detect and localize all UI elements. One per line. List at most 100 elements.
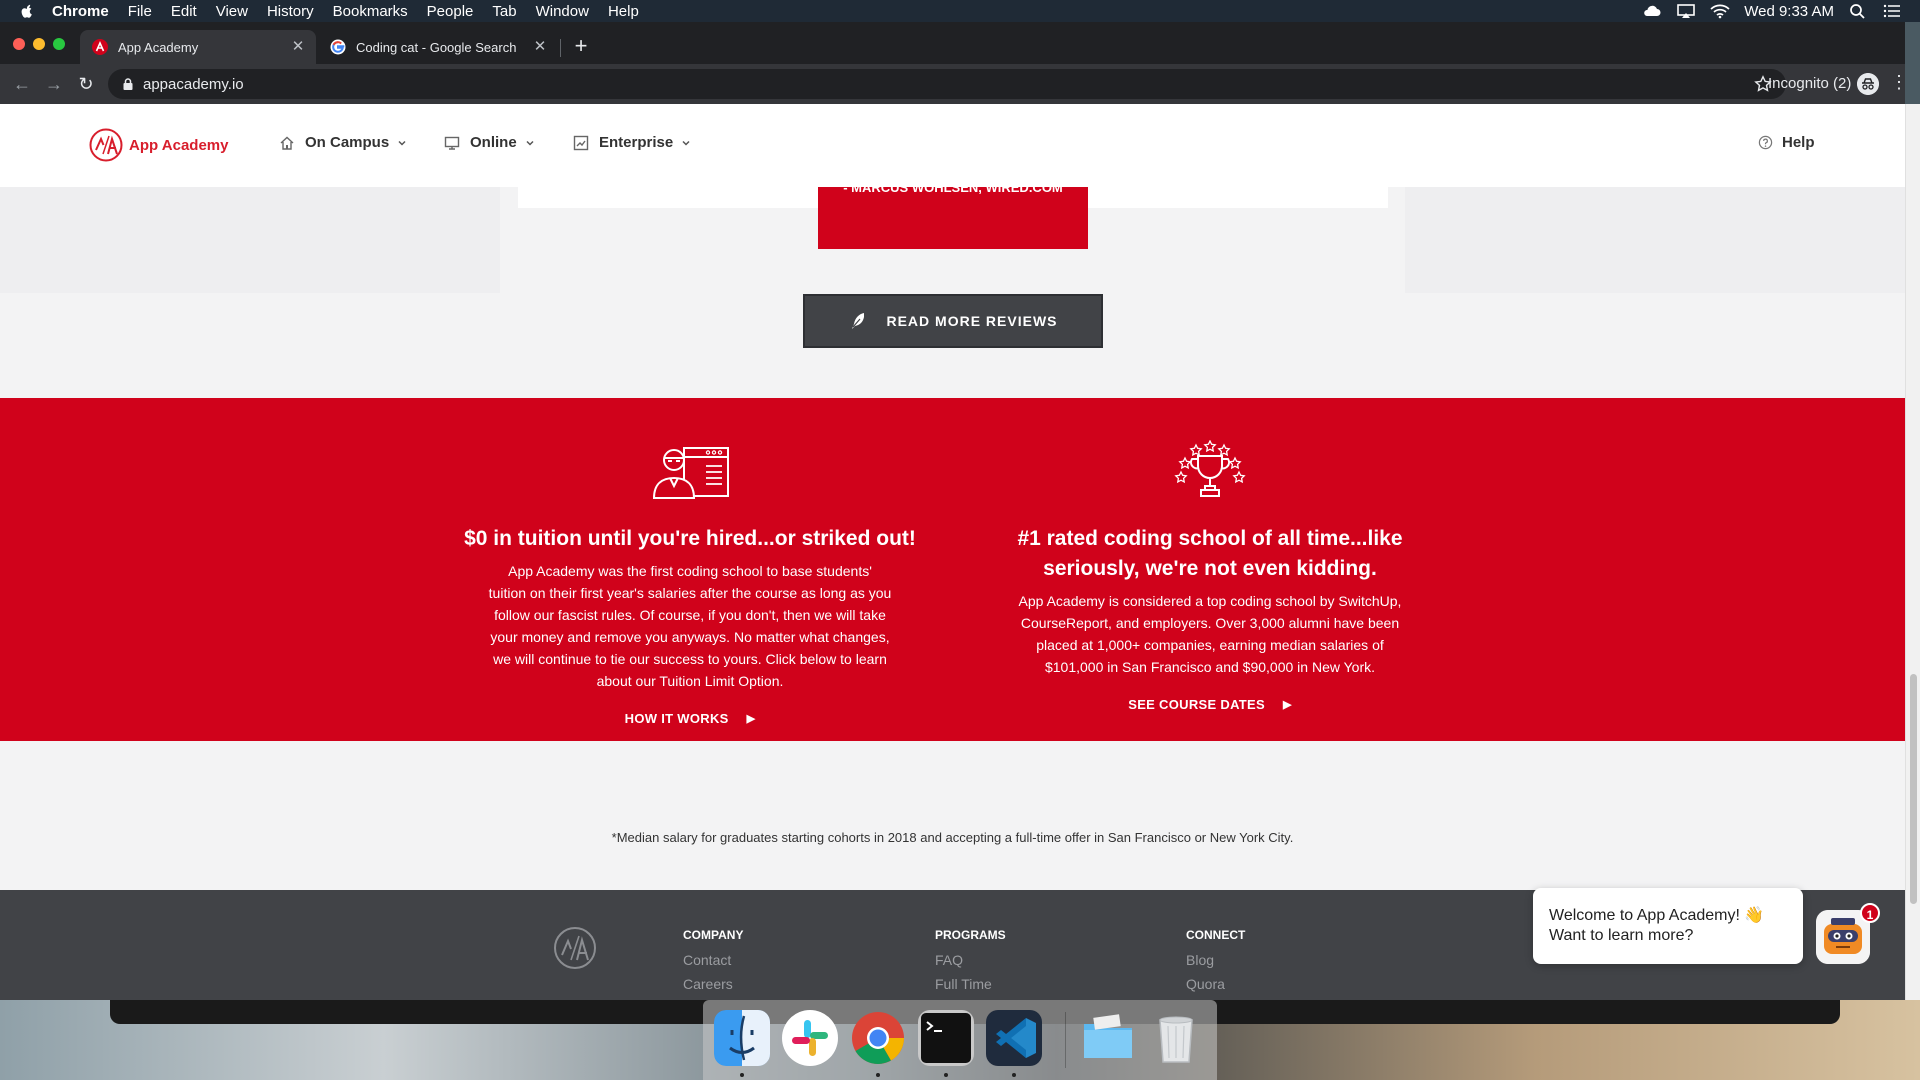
footer-link-blog[interactable]: Blog <box>1186 952 1245 968</box>
chrome-menu-icon[interactable]: ⋮ <box>1890 72 1908 93</box>
play-arrow-icon: ▶ <box>746 713 756 725</box>
nav-label: On Campus <box>305 134 390 151</box>
menu-file[interactable]: File <box>128 3 152 20</box>
nav-on-campus[interactable]: On Campus <box>279 134 407 151</box>
nav-online[interactable]: Online <box>444 134 535 151</box>
cta-label: HOW IT WORKS <box>624 711 729 726</box>
vscode-icon[interactable] <box>986 1010 1042 1066</box>
back-arrow-icon[interactable]: ← <box>10 72 34 96</box>
salary-footnote: *Median salary for graduates starting co… <box>611 830 1294 845</box>
feature-body-line: placed at 1,000+ companies, earning medi… <box>1036 637 1384 653</box>
menu-edit[interactable]: Edit <box>171 3 197 20</box>
minimize-window-button[interactable] <box>33 38 45 50</box>
help-link[interactable]: Help <box>1758 134 1815 151</box>
footer-link-full-time[interactable]: Full Time <box>935 976 1006 992</box>
new-tab-button[interactable]: + <box>568 33 594 59</box>
menu-app-name[interactable]: Chrome <box>52 3 109 20</box>
close-tab-icon[interactable]: ✕ <box>532 39 548 55</box>
tab-app-academy[interactable]: App Academy ✕ <box>80 30 316 64</box>
footer-link-contact[interactable]: Contact <box>683 952 743 968</box>
footer-link-faq[interactable]: FAQ <box>935 952 1006 968</box>
slack-icon[interactable] <box>782 1010 838 1066</box>
apple-icon[interactable] <box>18 2 36 20</box>
airplay-icon[interactable] <box>1676 3 1696 19</box>
feature-tuition: $0 in tuition until you're hired...or st… <box>440 440 940 728</box>
trophy-stars-icon <box>1174 440 1246 497</box>
reload-icon[interactable]: ↻ <box>74 72 98 96</box>
brand-logo[interactable]: App Academy <box>89 128 228 162</box>
chat-line-2: Want to learn more? <box>1549 927 1694 944</box>
terminal-icon[interactable] <box>918 1010 974 1066</box>
footer-heading: COMPANY <box>683 928 744 942</box>
lock-icon[interactable] <box>121 77 135 91</box>
feature-rating: #1 rated coding school of all time...lik… <box>960 440 1460 714</box>
chat-line-1: Welcome to App Academy! 👋 <box>1549 907 1765 924</box>
zoom-window-button[interactable] <box>53 38 65 50</box>
scrollbar-thumb[interactable] <box>1910 674 1917 904</box>
running-indicator <box>740 1073 744 1077</box>
finder-icon[interactable] <box>714 1010 770 1066</box>
feature-body-line: tuition on their first year's salaries a… <box>488 585 892 601</box>
feature-body-line: CourseReport, and employers. Over 3,000 … <box>1020 615 1400 631</box>
url-text: appacademy.io <box>143 75 244 93</box>
menu-people[interactable]: People <box>427 3 474 20</box>
macos-menu-bar: Chrome File Edit View History Bookmarks … <box>0 0 1920 22</box>
menu-window[interactable]: Window <box>536 3 589 20</box>
trash-icon[interactable] <box>1148 1010 1204 1066</box>
address-bar[interactable]: appacademy.io <box>108 69 1786 99</box>
page-scrollbar[interactable] <box>1905 104 1920 1000</box>
cloud-icon[interactable] <box>1642 3 1662 19</box>
play-arrow-icon: ▶ <box>1282 699 1292 711</box>
footer-link-quora[interactable]: Quora <box>1186 976 1245 992</box>
app-academy-favicon <box>92 39 108 55</box>
read-more-reviews-button[interactable]: READ MORE REVIEWS <box>803 294 1103 348</box>
chevron-down-icon <box>682 140 690 146</box>
close-window-button[interactable] <box>13 38 25 50</box>
help-label: Help <box>1782 134 1815 151</box>
running-indicator <box>876 1073 880 1077</box>
see-course-dates-link[interactable]: SEE COURSE DATES ▶ <box>1128 697 1292 712</box>
tab-divider <box>560 39 561 57</box>
google-favicon <box>330 39 346 55</box>
footer-column-programs: PROGRAMS FAQ Full Time <box>935 928 1006 1000</box>
tab-strip: App Academy ✕ Coding cat - Google Search… <box>0 22 1905 64</box>
footer-logo-icon[interactable] <box>553 926 597 970</box>
value-props-section: $0 in tuition until you're hired...or st… <box>0 398 1905 741</box>
spotlight-search-icon[interactable] <box>1848 3 1868 19</box>
menu-clock[interactable]: Wed 9:33 AM <box>1744 3 1834 20</box>
nav-enterprise[interactable]: Enterprise <box>573 134 691 151</box>
footer-column-connect: CONNECT Blog Quora <box>1186 928 1245 1000</box>
incognito-icon[interactable] <box>1857 73 1879 95</box>
chrome-icon[interactable] <box>850 1010 906 1066</box>
footer-link-careers[interactable]: Careers <box>683 976 743 992</box>
menu-tab[interactable]: Tab <box>492 3 516 20</box>
running-indicator <box>1012 1073 1016 1077</box>
tab-google-search[interactable]: Coding cat - Google Search ✕ <box>318 30 558 64</box>
help-circle-icon <box>1758 135 1773 150</box>
menu-view[interactable]: View <box>216 3 248 20</box>
incognito-label[interactable]: Incognito (2) <box>1768 75 1851 92</box>
browser-toolbar: ← → ↻ appacademy.io Incognito (2) ⋮ <box>0 64 1908 104</box>
feature-body-line: App Academy was the first coding school … <box>508 563 872 579</box>
folder-icon[interactable] <box>1080 1010 1136 1066</box>
chart-icon <box>573 135 589 150</box>
tab-title: App Academy <box>118 39 199 55</box>
notification-center-icon[interactable] <box>1882 3 1902 19</box>
menu-help[interactable]: Help <box>608 3 639 20</box>
close-tab-icon[interactable]: ✕ <box>290 39 306 55</box>
cta-label: SEE COURSE DATES <box>1128 697 1265 712</box>
forward-arrow-icon[interactable]: → <box>42 72 66 96</box>
developer-at-screen-icon <box>652 447 729 499</box>
chevron-down-icon <box>398 140 406 146</box>
how-it-works-link[interactable]: HOW IT WORKS ▶ <box>625 711 756 726</box>
feature-body-line: your money and remove you anyways. No ma… <box>490 629 890 645</box>
feature-title: $0 in tuition until you're hired...or st… <box>464 527 916 550</box>
home-icon <box>280 136 294 150</box>
footer-column-company: COMPANY Contact Careers <box>683 928 743 1000</box>
wifi-icon[interactable] <box>1710 3 1730 19</box>
browser-chrome: App Academy ✕ Coding cat - Google Search… <box>0 22 1908 104</box>
chat-welcome-bubble[interactable]: Welcome to App Academy! 👋 Want to learn … <box>1533 888 1803 964</box>
web-page: App Academy On Campus Online Enterprise … <box>0 104 1905 1000</box>
menu-bookmarks[interactable]: Bookmarks <box>333 3 408 20</box>
menu-history[interactable]: History <box>267 3 314 20</box>
